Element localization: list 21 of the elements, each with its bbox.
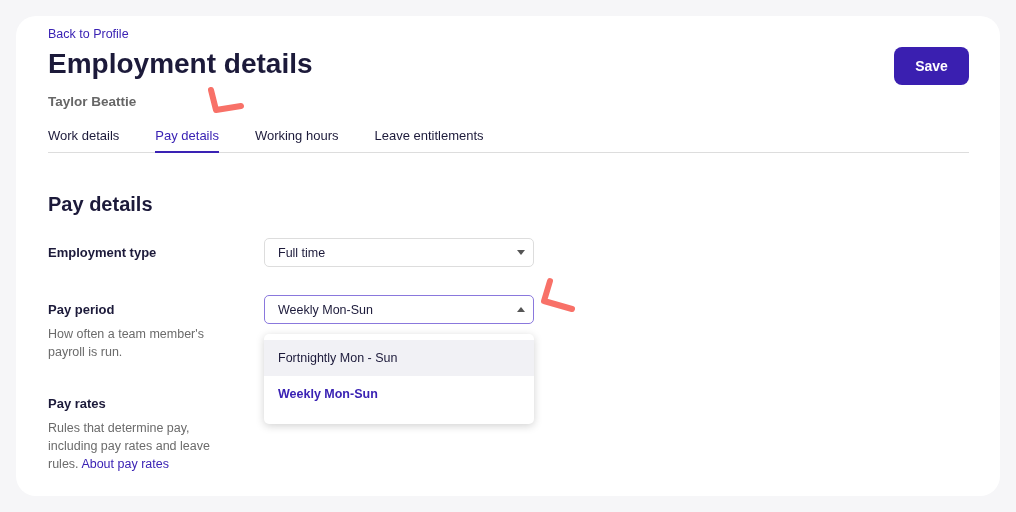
tab[interactable]: Leave entitlements	[374, 128, 484, 153]
caret-icon	[517, 307, 525, 312]
tab[interactable]: Pay details	[155, 128, 219, 153]
section-title: Pay details	[48, 193, 154, 216]
employee-name: Taylor Beattie	[48, 94, 138, 109]
caret-icon	[517, 250, 525, 255]
save-button[interactable]: Save	[894, 47, 969, 85]
dropdown-option[interactable]: Weekly Mon-Sun	[264, 376, 534, 412]
back-link[interactable]: Back to Profile	[48, 27, 129, 41]
help-text: How often a team member's payroll is run.	[48, 326, 205, 361]
dropdown-field[interactable]: Full time	[264, 238, 534, 267]
field-label: Pay period	[48, 301, 116, 317]
tab[interactable]: Work details	[48, 128, 120, 153]
help-text: Rules that determine pay, including pay rates and leave rules. About pay rates	[48, 420, 211, 473]
about-link[interactable]: About pay rates	[81, 457, 169, 471]
dropdown-field[interactable]: Weekly Mon-Sun	[264, 295, 534, 324]
page-title: Employment details	[48, 48, 313, 80]
field-label: Employment type	[48, 244, 158, 260]
field-label: Pay rates	[48, 395, 107, 411]
tab[interactable]: Working hours	[254, 128, 339, 153]
dropdown-option[interactable]: Fortnightly Mon - Sun	[264, 340, 534, 376]
